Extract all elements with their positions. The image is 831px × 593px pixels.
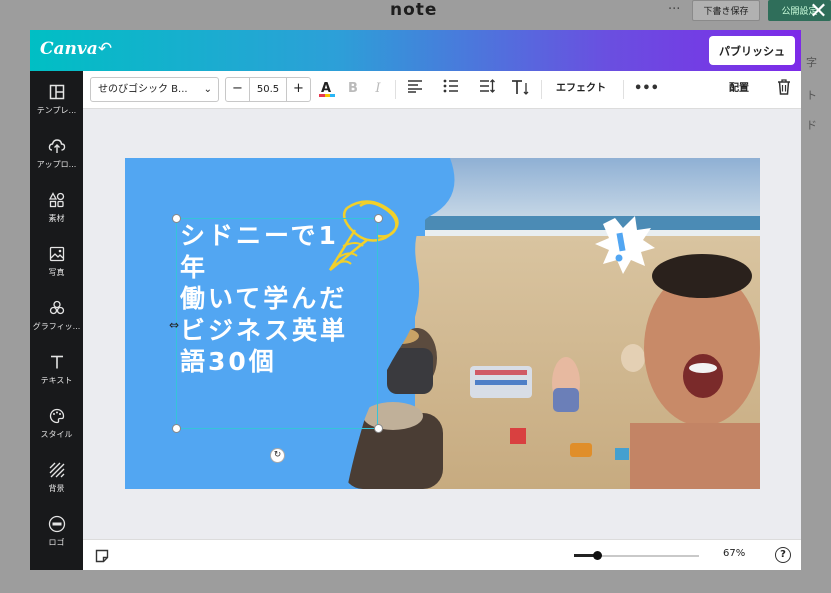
note-side-fragment: 字 — [806, 56, 817, 69]
selection-box — [176, 218, 378, 429]
sidebar-item-elements[interactable]: 素材 — [30, 188, 83, 238]
note-side-fragment: ド — [806, 119, 817, 132]
text-size-icon[interactable] — [511, 79, 531, 99]
line-spacing-icon[interactable] — [477, 79, 497, 99]
canva-logo: Canva — [40, 39, 98, 59]
notes-icon[interactable] — [95, 548, 109, 563]
elements-icon — [47, 190, 67, 210]
sidebar-item-label: 背景 — [48, 484, 65, 493]
font-family-value: せのびゴシック B... — [98, 84, 188, 95]
effects-button[interactable]: エフェクト — [556, 80, 606, 98]
text-icon — [47, 352, 67, 372]
sidebar-item-label: テンプレ... — [36, 106, 77, 115]
align-left-icon[interactable] — [405, 79, 425, 99]
trash-icon[interactable] — [774, 79, 794, 99]
resize-handle-bottom-right[interactable] — [374, 424, 383, 433]
graphics-icon — [47, 298, 67, 318]
zoom-slider-handle[interactable] — [593, 551, 603, 560]
sidebar-item-label: グラフィッ... — [32, 322, 81, 331]
background-icon — [47, 460, 67, 480]
logo-icon — [47, 514, 67, 534]
chevron-down-icon: ⌄ — [203, 84, 212, 95]
more-options-icon[interactable]: ••• — [634, 79, 659, 99]
sidebar-item-style[interactable]: スタイル — [30, 404, 83, 454]
sidebar-item-label: 写真 — [48, 268, 65, 277]
design-canvas[interactable]: シドニーで1 年 働いて学んだ ビジネス英単 語30個 ↻ ⇔ — [125, 158, 760, 489]
style-icon — [47, 406, 67, 426]
sidebar-item-background[interactable]: 背景 — [30, 458, 83, 508]
canva-editor-modal: Canva ↶ パブリッシュ テンプレ... アップロ... 素材 写真 グラフ… — [30, 30, 801, 570]
toolbar-divider — [541, 80, 542, 99]
sidebar-item-upload[interactable]: アップロ... — [30, 134, 83, 184]
undo-icon[interactable]: ↶ — [94, 38, 116, 60]
help-button[interactable]: ? — [775, 547, 791, 563]
font-size-stepper: − 50.5 + — [225, 77, 311, 102]
text-toolbar: せのびゴシック B... ⌄ − 50.5 + A B I エフェクト ••• … — [83, 71, 801, 109]
zoom-level[interactable]: 67% — [723, 548, 745, 559]
bold-icon[interactable]: B — [343, 79, 363, 99]
canva-sidebar: テンプレ... アップロ... 素材 写真 グラフィッ... テキスト スタイル… — [30, 71, 83, 570]
canva-header: Canva ↶ パブリッシュ — [30, 30, 801, 71]
resize-handle-top-left[interactable] — [172, 214, 181, 223]
save-draft-button[interactable]: 下書き保存 — [692, 0, 760, 21]
toolbar-divider — [623, 80, 624, 99]
toolbar-divider — [395, 80, 396, 99]
sidebar-item-photos[interactable]: 写真 — [30, 242, 83, 292]
font-size-increase-button[interactable]: + — [287, 78, 310, 101]
resize-handle-top-right[interactable] — [374, 214, 383, 223]
rotate-handle-icon[interactable]: ↻ — [270, 448, 285, 463]
font-size-decrease-button[interactable]: − — [226, 78, 249, 101]
sidebar-item-label: テキスト — [40, 376, 73, 385]
resize-cursor-icon: ⇔ — [169, 318, 180, 332]
arrange-button[interactable]: 配置 — [729, 80, 749, 98]
resize-handle-bottom-left[interactable] — [172, 424, 181, 433]
sidebar-item-graphics[interactable]: グラフィッ... — [30, 296, 83, 346]
note-side-fragment: ト — [806, 89, 817, 102]
sidebar-item-text[interactable]: テキスト — [30, 350, 83, 400]
sidebar-item-label: 素材 — [48, 214, 65, 223]
font-family-dropdown[interactable]: せのびゴシック B... ⌄ — [90, 77, 219, 102]
close-icon[interactable]: ✕ — [806, 0, 831, 24]
font-size-value[interactable]: 50.5 — [249, 78, 287, 101]
svg-text:A: A — [321, 81, 331, 96]
sidebar-item-label: ロゴ — [48, 538, 65, 547]
sidebar-item-logo[interactable]: ロゴ — [30, 512, 83, 562]
note-logo: note — [390, 0, 438, 20]
bullet-list-icon[interactable] — [441, 79, 461, 99]
sidebar-item-template[interactable]: テンプレ... — [30, 80, 83, 130]
more-dots-icon[interactable]: ··· — [668, 2, 680, 17]
publish-button[interactable]: パブリッシュ — [709, 36, 795, 65]
sidebar-item-label: スタイル — [40, 430, 73, 439]
upload-icon — [47, 136, 67, 156]
photo-icon — [47, 244, 67, 264]
template-icon — [47, 82, 67, 102]
italic-icon[interactable]: I — [368, 79, 388, 99]
text-color-icon[interactable]: A — [317, 79, 337, 99]
sidebar-item-label: アップロ... — [36, 160, 77, 169]
editor-footer: 67% ? — [83, 539, 801, 570]
